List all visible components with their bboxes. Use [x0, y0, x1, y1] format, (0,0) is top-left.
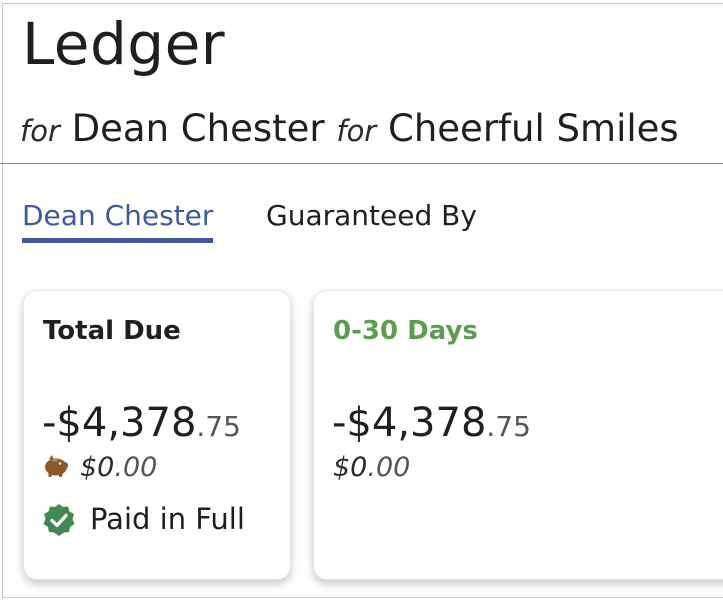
tab-label: Dean Chester [22, 199, 214, 232]
aging-sub-amount: $0.00 [333, 451, 410, 485]
for-label: for [336, 114, 377, 148]
total-due-amount: -$4,378.75 [42, 399, 241, 451]
amount-main: -$4,378 [42, 400, 197, 446]
card-title: 0-30 Days [333, 316, 478, 346]
page-subtitle: for Dean Chester for Cheerful Smiles [20, 106, 679, 154]
paid-status-label: Paid in Full [90, 502, 245, 536]
tab-label: Guaranteed By [266, 199, 477, 232]
sub-amount-cents: .00 [367, 452, 411, 483]
aging-amount: -$4,378.75 [332, 399, 531, 451]
practice-name: Cheerful Smiles [388, 107, 679, 150]
active-tab-underline [22, 238, 214, 243]
aging-0-30-card: 0-30 Days -$4,378.75 $0.00 [313, 290, 723, 580]
for-label: for [20, 114, 60, 148]
sub-amount-main: $0 [80, 452, 115, 483]
piggy-bank-icon [45, 455, 69, 477]
sub-amount-main: $0 [333, 452, 368, 483]
check-badge-icon [43, 504, 75, 536]
page-title: Ledger [22, 10, 226, 78]
ledger-header: Ledger for Dean Chester for Cheerful Smi… [0, 0, 723, 164]
card-title: Total Due [43, 316, 181, 346]
amount-main: -$4,378 [332, 400, 487, 446]
amount-cents: .75 [196, 410, 241, 443]
amount-cents: .75 [486, 410, 531, 443]
total-due-card: Total Due -$4,378.75 $0.00 Paid in Full [23, 290, 291, 580]
total-due-sub-amount: $0.00 [80, 451, 157, 485]
tab-patient[interactable]: Dean Chester [22, 196, 214, 243]
tab-guaranteed-by[interactable]: Guaranteed By [266, 196, 477, 236]
patient-name: Dean Chester [71, 107, 325, 150]
sub-amount-cents: .00 [114, 452, 158, 483]
